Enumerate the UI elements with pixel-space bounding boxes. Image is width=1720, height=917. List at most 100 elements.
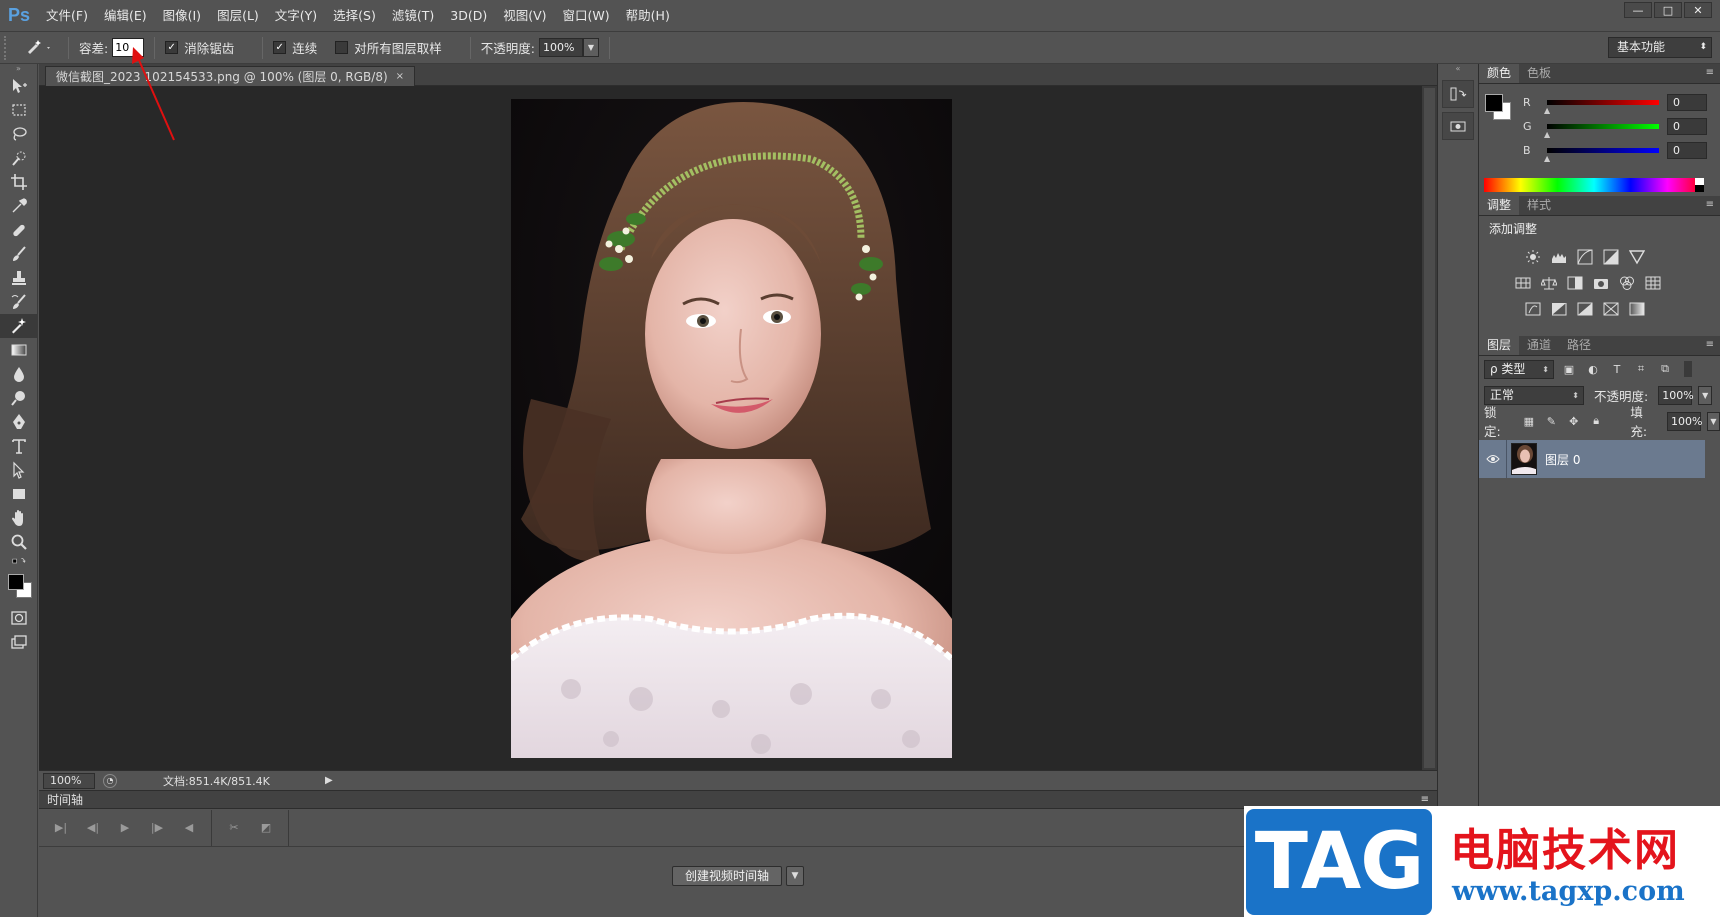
canvas-photo[interactable] bbox=[511, 99, 952, 758]
timeline-mode-dropdown[interactable]: ▼ bbox=[786, 866, 804, 886]
brush-tool[interactable] bbox=[0, 242, 38, 266]
slider-handle-icon[interactable]: ▲ bbox=[1544, 130, 1550, 139]
tab-color[interactable]: 颜色 bbox=[1479, 64, 1520, 83]
smart-object-filter-icon[interactable]: ⧉ bbox=[1656, 360, 1674, 378]
minimize-button[interactable]: — bbox=[1624, 2, 1652, 18]
healing-brush-tool[interactable] bbox=[0, 218, 38, 242]
workspace-select[interactable]: 基本功能 ⬍ bbox=[1608, 37, 1712, 58]
foreground-color[interactable] bbox=[8, 574, 24, 590]
sample-all-checkbox[interactable] bbox=[335, 41, 349, 54]
go-to-first-frame-icon[interactable]: ▶| bbox=[45, 813, 77, 843]
move-tool[interactable] bbox=[0, 74, 38, 98]
history-brush-tool[interactable] bbox=[0, 290, 38, 314]
clone-stamp-tool[interactable] bbox=[0, 266, 38, 290]
status-info-icon[interactable]: ◔ bbox=[103, 773, 117, 788]
pixel-filter-icon[interactable]: ▣ bbox=[1560, 360, 1578, 378]
properties-panel-button[interactable] bbox=[1442, 112, 1474, 140]
marquee-tool[interactable] bbox=[0, 98, 38, 122]
tab-layers[interactable]: 图层 bbox=[1479, 336, 1520, 355]
menu-layer[interactable]: 图层(L) bbox=[209, 0, 267, 31]
hue-saturation-icon[interactable] bbox=[1513, 273, 1533, 293]
type-filter-icon[interactable]: T bbox=[1608, 360, 1626, 378]
audio-icon[interactable]: ◀ bbox=[173, 813, 205, 843]
filter-toggle[interactable] bbox=[1684, 361, 1692, 377]
opacity-input[interactable]: 100% bbox=[538, 38, 583, 57]
shape-filter-icon[interactable]: ⌗ bbox=[1632, 360, 1650, 378]
split-scissors-icon[interactable]: ✂ bbox=[218, 813, 250, 843]
tool-preset-picker[interactable] bbox=[22, 36, 58, 60]
menu-edit[interactable]: 编辑(E) bbox=[96, 0, 155, 31]
gradient-tool[interactable] bbox=[0, 338, 38, 362]
color-panel-foreground[interactable] bbox=[1485, 94, 1503, 112]
menu-image[interactable]: 图像(I) bbox=[155, 0, 209, 31]
blue-slider[interactable]: ▲ bbox=[1544, 147, 1659, 163]
next-frame-icon[interactable]: |▶ bbox=[141, 813, 173, 843]
document-tab[interactable]: 微信截图_2023 102154533.png @ 100% (图层 0, RGB… bbox=[45, 66, 416, 86]
zoom-tool[interactable] bbox=[0, 530, 38, 554]
crop-tool[interactable] bbox=[0, 170, 38, 194]
menu-select[interactable]: 选择(S) bbox=[325, 0, 384, 31]
play-icon[interactable]: ▶ bbox=[109, 813, 141, 843]
options-grip[interactable] bbox=[4, 35, 12, 60]
layer-opacity-dropdown[interactable]: ▼ bbox=[1698, 385, 1713, 405]
eyedropper-tool[interactable] bbox=[0, 194, 38, 218]
transition-icon[interactable]: ◩ bbox=[250, 813, 282, 843]
lock-pixels-icon[interactable]: ✎ bbox=[1543, 412, 1559, 430]
panel-menu-icon[interactable]: ≡ bbox=[1706, 67, 1714, 78]
magic-wand-tool[interactable] bbox=[0, 314, 38, 338]
strip-collapse-grip[interactable]: « bbox=[1438, 64, 1478, 76]
quick-mask-tool[interactable] bbox=[0, 606, 38, 630]
slider-handle-icon[interactable]: ▲ bbox=[1544, 154, 1550, 163]
quick-select-tool[interactable] bbox=[0, 146, 38, 170]
green-value-input[interactable]: 0 bbox=[1667, 117, 1707, 135]
tab-adjustments[interactable]: 调整 bbox=[1479, 196, 1520, 215]
vibrance-icon[interactable] bbox=[1627, 247, 1647, 267]
tab-styles[interactable]: 样式 bbox=[1519, 196, 1559, 215]
slider-handle-icon[interactable]: ▲ bbox=[1544, 106, 1550, 115]
black-white-icon[interactable] bbox=[1565, 273, 1585, 293]
lock-all-icon[interactable]: 🔒︎ bbox=[1588, 412, 1604, 430]
pen-tool[interactable] bbox=[0, 410, 38, 434]
canvas-vertical-scrollbar[interactable] bbox=[1422, 86, 1437, 770]
contiguous-checkbox[interactable]: ✓ bbox=[273, 41, 287, 54]
tab-paths[interactable]: 路径 bbox=[1559, 336, 1599, 355]
color-lookup-icon[interactable] bbox=[1643, 273, 1663, 293]
adjustment-filter-icon[interactable]: ◐ bbox=[1584, 360, 1602, 378]
tools-collapse-grip[interactable]: » bbox=[0, 64, 37, 74]
threshold-icon[interactable] bbox=[1575, 299, 1595, 319]
hand-tool[interactable] bbox=[0, 506, 38, 530]
antialias-checkbox[interactable]: ✓ bbox=[165, 41, 179, 54]
brightness-icon[interactable] bbox=[1523, 247, 1543, 267]
color-swatches[interactable] bbox=[0, 572, 37, 606]
green-slider[interactable]: ▲ bbox=[1544, 123, 1659, 139]
tolerance-input[interactable]: 10 bbox=[112, 38, 145, 57]
visibility-eye-icon[interactable] bbox=[1479, 440, 1507, 478]
layer-kind-filter[interactable]: ρ 类型 ⬍ bbox=[1484, 359, 1554, 379]
menu-3d[interactable]: 3D(D) bbox=[442, 0, 495, 31]
invert-icon[interactable] bbox=[1523, 299, 1543, 319]
lasso-tool[interactable] bbox=[0, 122, 38, 146]
menu-window[interactable]: 窗口(W) bbox=[555, 0, 618, 31]
curves-icon[interactable] bbox=[1575, 247, 1595, 267]
menu-view[interactable]: 视图(V) bbox=[495, 0, 554, 31]
path-select-tool[interactable] bbox=[0, 458, 38, 482]
red-slider[interactable]: ▲ bbox=[1544, 99, 1659, 115]
type-tool[interactable] bbox=[0, 434, 38, 458]
levels-icon[interactable] bbox=[1549, 247, 1569, 267]
posterize-icon[interactable] bbox=[1549, 299, 1569, 319]
menu-type[interactable]: 文字(Y) bbox=[267, 0, 325, 31]
menu-help[interactable]: 帮助(H) bbox=[618, 0, 678, 31]
panel-menu-icon[interactable]: ≡ bbox=[1706, 199, 1714, 210]
black-white-swatch[interactable] bbox=[1695, 178, 1704, 192]
layer-name[interactable]: 图层 0 bbox=[1545, 451, 1580, 468]
exposure-icon[interactable] bbox=[1601, 247, 1621, 267]
menu-filter[interactable]: 滤镜(T) bbox=[384, 0, 442, 31]
lock-transparency-icon[interactable]: ▦ bbox=[1521, 412, 1537, 430]
history-panel-button[interactable] bbox=[1442, 80, 1474, 108]
screen-mode-tool[interactable] bbox=[0, 630, 38, 654]
maximize-button[interactable]: □ bbox=[1654, 2, 1682, 18]
tab-channels[interactable]: 通道 bbox=[1519, 336, 1559, 355]
default-swap-colors-icon[interactable] bbox=[5, 556, 33, 570]
lock-position-icon[interactable]: ✥ bbox=[1566, 412, 1582, 430]
layer-opacity-input[interactable]: 100% bbox=[1658, 385, 1694, 405]
